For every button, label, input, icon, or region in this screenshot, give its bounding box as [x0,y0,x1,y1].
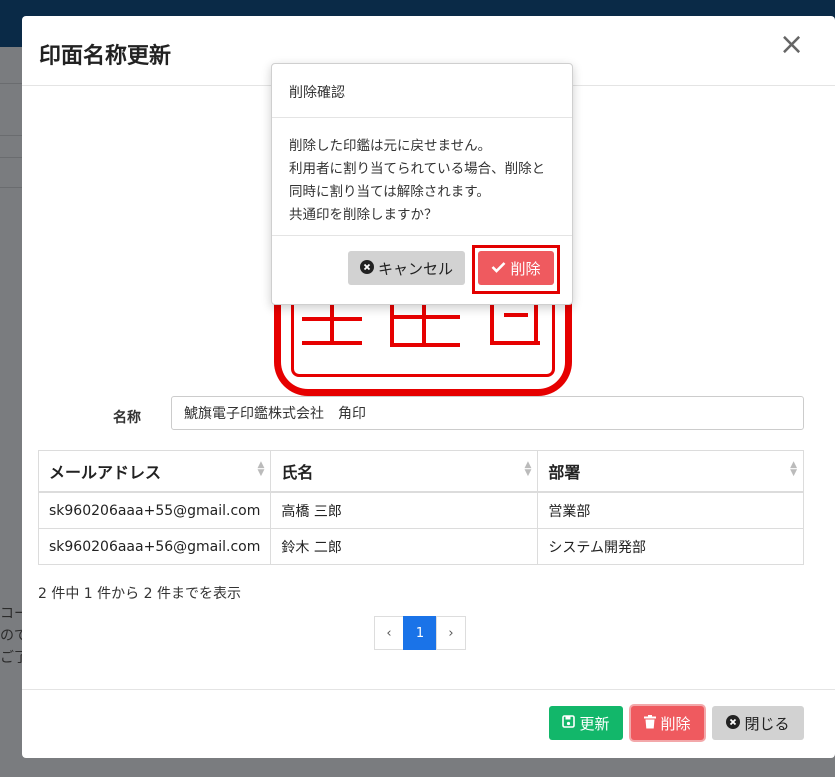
close-button[interactable]: 閉じる [712,706,804,740]
confirm-delete-button[interactable]: 削除 [478,251,554,285]
column-header-name[interactable]: 氏名 ▲ ▼ [270,450,539,493]
column-header-label: 部署 [548,463,581,482]
delete-button-label: 削除 [660,714,691,733]
delete-button[interactable]: 削除 [631,706,704,740]
confirm-delete-label: 削除 [510,259,541,278]
close-button-label: 閉じる [744,714,790,733]
x-circle-icon [726,714,741,732]
sort-icon: ▲ ▼ [524,460,532,478]
pagination-next[interactable]: › [436,616,466,650]
trash-icon [644,714,657,732]
table-row: sk960206aaa+56@gmail.com 鈴木 二郎 システム開発部 [37,528,804,565]
name-input[interactable] [171,396,804,430]
confirm-message-line: 利用者に割り当てられている場合、削除と [289,161,546,177]
cell-department: 営業部 [537,491,804,529]
sort-icon: ▲ ▼ [257,460,265,478]
sort-icon: ▲ ▼ [790,460,797,478]
cancel-button[interactable]: キャンセル [348,251,465,285]
delete-confirm-dialog: 削除確認 削除した印鑑は元に戻せません。 利用者に割り当てられている場合、削除と… [271,63,573,305]
pagination-page-1[interactable]: 1 [403,616,437,650]
confirm-title: 削除確認 [289,85,345,101]
column-header-label: メールアドレス [49,463,162,482]
close-icon[interactable]: × [779,30,804,60]
footer-divider [22,689,835,690]
confirm-message-line: 削除した印鑑は元に戻せません。 [289,138,492,154]
check-icon [491,261,506,276]
modal-title: 印面名称更新 [39,44,172,69]
pagination-prev[interactable]: ‹ [374,616,404,650]
cell-email: sk960206aaa+55@gmail.com [37,491,272,529]
update-button[interactable]: 更新 [549,706,623,740]
table-header-row: メールアドレス ▲ ▼ 氏名 ▲ ▼ 部署 ▲ ▼ [37,450,804,493]
confirm-message-line: 同時に割り当ては解除されます。 [289,184,490,200]
cell-name: 高橋 三郎 [270,491,539,529]
table-row: sk960206aaa+55@gmail.com 高橋 三郎 営業部 [37,491,804,529]
x-circle-icon [359,259,374,277]
cell-name: 鈴木 二郎 [270,528,539,565]
cell-email: sk960206aaa+56@gmail.com [37,528,272,565]
table-info: 2 件中 1 件から 2 件までを表示 [38,586,241,602]
column-header-label: 氏名 [281,463,314,482]
name-label: 名称 [113,410,141,426]
cell-department: システム開発部 [537,528,804,565]
users-table: メールアドレス ▲ ▼ 氏名 ▲ ▼ 部署 ▲ ▼ sk960206aaa+55@gmail… [37,450,804,565]
column-header-email[interactable]: メールアドレス ▲ ▼ [37,450,272,493]
cancel-button-label: キャンセル [377,259,453,278]
confirm-message: 削除した印鑑は元に戻せません。 利用者に割り当てられている場合、削除と 同時に割… [289,135,559,227]
save-icon [562,715,576,731]
confirm-header-divider [272,117,572,118]
pagination: ‹ 1 › [374,616,466,650]
column-header-department[interactable]: 部署 ▲ ▼ [537,450,804,493]
confirm-message-line: 共通印を削除しますか？ [289,207,438,223]
confirm-footer-divider [272,235,572,236]
update-button-label: 更新 [579,714,610,733]
